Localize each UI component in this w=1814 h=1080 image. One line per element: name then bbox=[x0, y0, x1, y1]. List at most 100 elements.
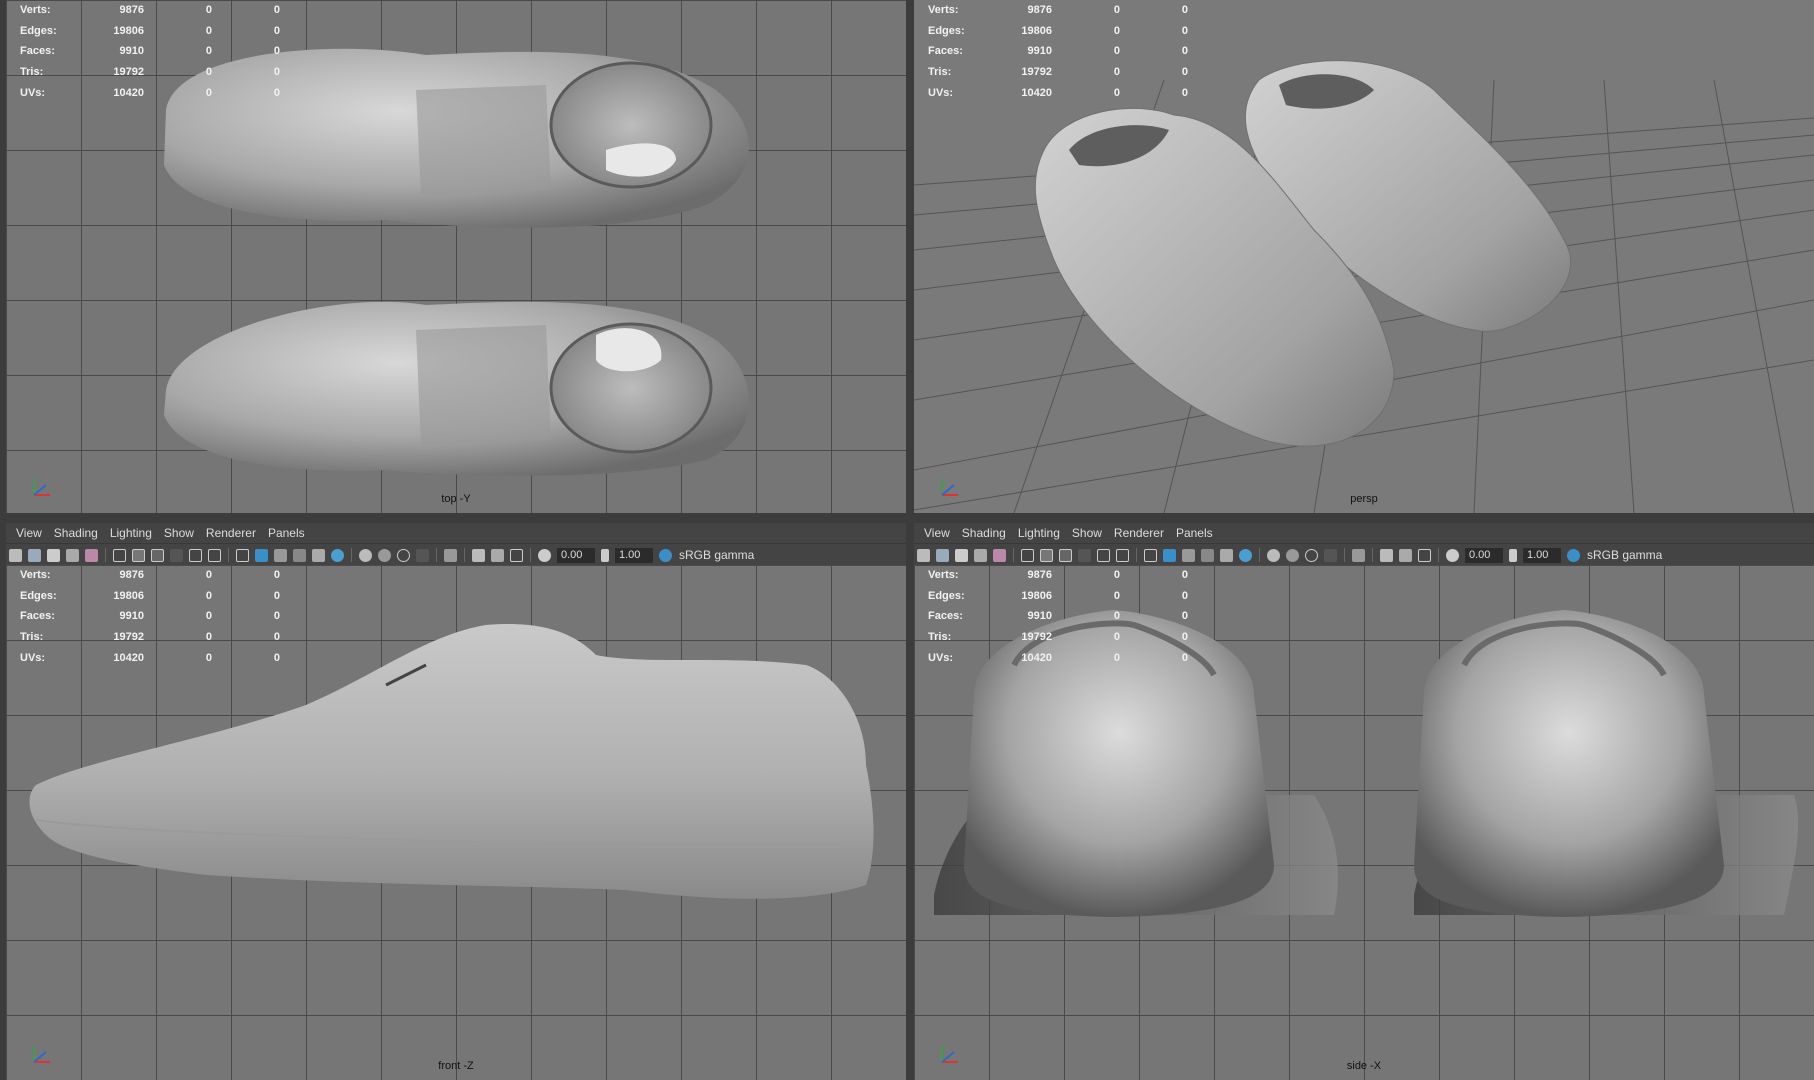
toolbar-divider bbox=[228, 548, 229, 562]
toolbar-divider bbox=[436, 548, 437, 562]
menu-renderer[interactable]: Renderer bbox=[1114, 526, 1164, 540]
depth-of-field-icon[interactable] bbox=[1324, 548, 1337, 562]
camera-label: persp bbox=[1350, 493, 1378, 505]
color-management-icon[interactable] bbox=[659, 548, 672, 562]
gamma-icon[interactable] bbox=[1509, 548, 1517, 562]
wireframe-icon[interactable] bbox=[236, 548, 249, 562]
exposure-icon[interactable] bbox=[1446, 548, 1459, 562]
gamma-field[interactable]: 1.00 bbox=[1523, 547, 1561, 563]
smooth-shade-icon[interactable] bbox=[255, 548, 268, 562]
shadows-icon[interactable] bbox=[1239, 548, 1252, 562]
menu-shading[interactable]: Shading bbox=[962, 526, 1006, 540]
exposure-field[interactable]: 0.00 bbox=[557, 547, 595, 563]
camera-attr-icon[interactable] bbox=[936, 548, 949, 562]
camera-attr-icon[interactable] bbox=[28, 548, 41, 562]
toolbar-divider bbox=[1344, 548, 1345, 562]
panel-toolbar: 0.00 1.00 sRGB gamma bbox=[914, 543, 1814, 566]
exposure-icon[interactable] bbox=[538, 548, 551, 562]
menu-view[interactable]: View bbox=[924, 526, 950, 540]
grid-icon[interactable] bbox=[113, 548, 126, 562]
anti-alias-icon[interactable] bbox=[397, 548, 410, 562]
toolbar-divider bbox=[530, 548, 531, 562]
safe-action-icon[interactable] bbox=[208, 548, 221, 562]
toolbar-divider bbox=[1136, 548, 1137, 562]
grease-pencil-icon[interactable] bbox=[993, 548, 1006, 562]
toolbar-divider bbox=[351, 548, 352, 562]
camera-label: side -X bbox=[1346, 1060, 1382, 1072]
color-space-label[interactable]: sRGB gamma bbox=[1587, 548, 1662, 562]
safe-action-icon[interactable] bbox=[1116, 548, 1129, 562]
xray-components-icon[interactable] bbox=[1418, 548, 1431, 562]
menu-panels[interactable]: Panels bbox=[268, 526, 305, 540]
bookmark-icon[interactable] bbox=[955, 548, 968, 562]
gate-mask-icon[interactable] bbox=[170, 548, 183, 562]
motion-blur-icon[interactable] bbox=[1286, 548, 1299, 562]
menu-show[interactable]: Show bbox=[1072, 526, 1102, 540]
wireframe-on-shaded-icon[interactable] bbox=[1182, 548, 1195, 562]
poly-stats: Verts: 9876 0 0 Edges: 19806 0 0 Faces: 9910 0 0 … bbox=[928, 4, 1188, 99]
textured-icon[interactable] bbox=[1201, 548, 1214, 562]
menu-lighting[interactable]: Lighting bbox=[110, 526, 152, 540]
viewport-side[interactable]: View Shading Lighting Show Renderer Pane… bbox=[914, 523, 1814, 1080]
toolbar-divider bbox=[1372, 548, 1373, 562]
xray-joints-icon[interactable] bbox=[1399, 548, 1412, 562]
menu-renderer[interactable]: Renderer bbox=[206, 526, 256, 540]
motion-blur-icon[interactable] bbox=[378, 548, 391, 562]
film-gate-icon[interactable] bbox=[132, 548, 145, 562]
resolution-gate-icon[interactable] bbox=[151, 548, 164, 562]
poly-stats: Verts: 9876 0 0 Edges: 19806 0 0 Faces: 9910 0 0 … bbox=[928, 569, 1188, 664]
gamma-field[interactable]: 1.00 bbox=[615, 547, 653, 563]
bookmark-icon[interactable] bbox=[47, 548, 60, 562]
grease-pencil-icon[interactable] bbox=[85, 548, 98, 562]
menu-shading[interactable]: Shading bbox=[54, 526, 98, 540]
grid-icon[interactable] bbox=[1021, 548, 1034, 562]
anti-alias-icon[interactable] bbox=[1305, 548, 1318, 562]
color-management-icon[interactable] bbox=[1567, 548, 1580, 562]
shadows-icon[interactable] bbox=[331, 548, 344, 562]
camera-label: top -Y bbox=[441, 493, 471, 505]
field-chart-icon[interactable] bbox=[189, 548, 202, 562]
textured-icon[interactable] bbox=[293, 548, 306, 562]
panel-menubar: View Shading Lighting Show Renderer Pane… bbox=[914, 523, 1814, 543]
camera-icon[interactable] bbox=[9, 548, 22, 562]
wireframe-icon[interactable] bbox=[1144, 548, 1157, 562]
resolution-gate-icon[interactable] bbox=[1059, 548, 1072, 562]
toolbar-divider bbox=[1013, 548, 1014, 562]
poly-stats: Verts: 9876 0 0 Edges: 19806 0 0 Faces: 9910 0 0 … bbox=[20, 4, 280, 99]
ambient-occlusion-icon[interactable] bbox=[1267, 548, 1280, 562]
viewport-front[interactable]: View Shading Lighting Show Renderer Pane… bbox=[6, 523, 906, 1080]
wireframe-on-shaded-icon[interactable] bbox=[274, 548, 287, 562]
panel-menubar: View Shading Lighting Show Renderer Pane… bbox=[6, 523, 906, 543]
depth-of-field-icon[interactable] bbox=[416, 548, 429, 562]
image-plane-icon[interactable] bbox=[974, 548, 987, 562]
xray-icon[interactable] bbox=[1380, 548, 1393, 562]
lights-icon[interactable] bbox=[1220, 548, 1233, 562]
ambient-occlusion-icon[interactable] bbox=[359, 548, 372, 562]
menu-panels[interactable]: Panels bbox=[1176, 526, 1213, 540]
exposure-field[interactable]: 0.00 bbox=[1465, 547, 1503, 563]
color-space-label[interactable]: sRGB gamma bbox=[679, 548, 754, 562]
gamma-icon[interactable] bbox=[601, 548, 609, 562]
image-plane-icon[interactable] bbox=[66, 548, 79, 562]
isolate-select-icon[interactable] bbox=[1352, 548, 1365, 562]
xray-icon[interactable] bbox=[472, 548, 485, 562]
menu-lighting[interactable]: Lighting bbox=[1018, 526, 1060, 540]
poly-stats: Verts: 9876 0 0 Edges: 19806 0 0 Faces: 9910 0 0 … bbox=[20, 569, 280, 664]
camera-icon[interactable] bbox=[917, 548, 930, 562]
panel-toolbar: 0.00 1.00 sRGB gamma bbox=[6, 543, 906, 566]
gate-mask-icon[interactable] bbox=[1078, 548, 1091, 562]
field-chart-icon[interactable] bbox=[1097, 548, 1110, 562]
smooth-shade-icon[interactable] bbox=[1163, 548, 1176, 562]
film-gate-icon[interactable] bbox=[1040, 548, 1053, 562]
menu-view[interactable]: View bbox=[16, 526, 42, 540]
xray-components-icon[interactable] bbox=[510, 548, 523, 562]
toolbar-divider bbox=[105, 548, 106, 562]
viewport-top[interactable]: Verts: 9876 0 0 Edges: 19806 0 0 Faces: 9910 0 0 … bbox=[6, 0, 906, 513]
toolbar-divider bbox=[1259, 548, 1260, 562]
viewport-persp[interactable]: Verts: 9876 0 0 Edges: 19806 0 0 Faces: 9910 0 0 … bbox=[914, 0, 1814, 513]
isolate-select-icon[interactable] bbox=[444, 548, 457, 562]
menu-show[interactable]: Show bbox=[164, 526, 194, 540]
lights-icon[interactable] bbox=[312, 548, 325, 562]
xray-joints-icon[interactable] bbox=[491, 548, 504, 562]
toolbar-divider bbox=[1438, 548, 1439, 562]
